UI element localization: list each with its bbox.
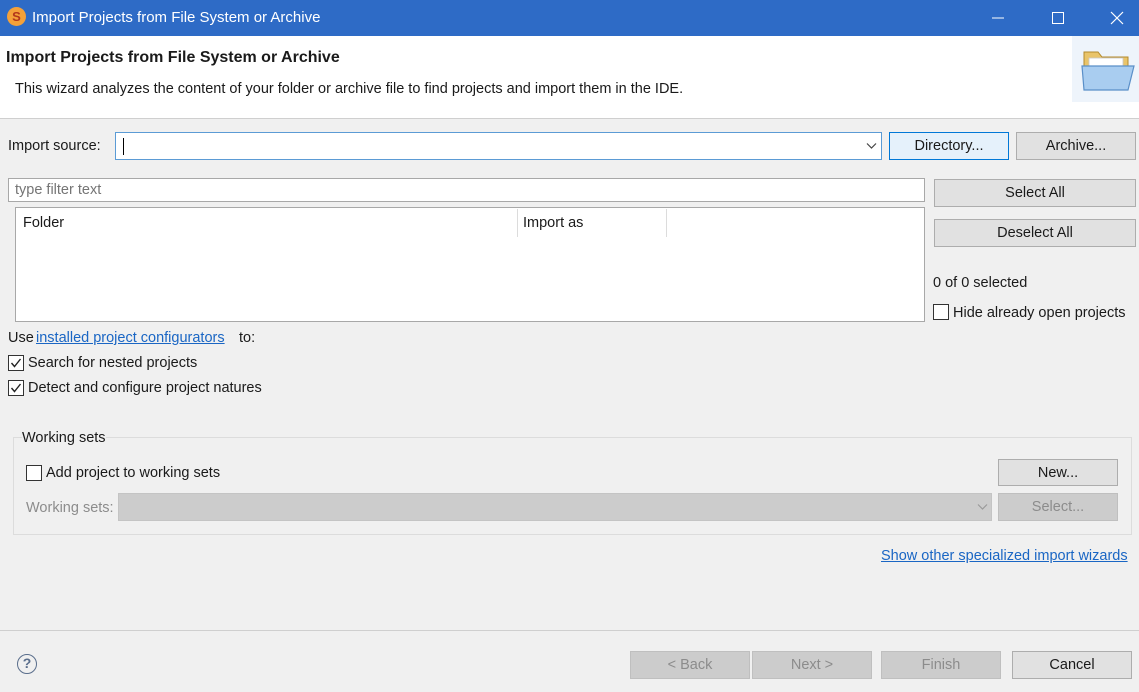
page-description: This wizard analyzes the content of your… xyxy=(15,81,684,97)
checkmark-icon xyxy=(10,358,22,368)
cancel-button[interactable]: Cancel xyxy=(1012,651,1132,679)
working-sets-combo[interactable] xyxy=(118,493,992,521)
column-divider[interactable] xyxy=(517,209,518,237)
finish-button[interactable]: Finish xyxy=(881,651,1001,679)
working-sets-title: Working sets xyxy=(22,430,106,446)
close-icon xyxy=(1110,11,1124,25)
detect-natures-label[interactable]: Detect and configure project natures xyxy=(28,380,262,396)
select-working-sets-button[interactable]: Select... xyxy=(998,493,1118,521)
title-bar[interactable]: S Import Projects from File System or Ar… xyxy=(0,0,1139,36)
directory-button[interactable]: Directory... xyxy=(889,132,1009,160)
close-button[interactable] xyxy=(1094,0,1139,36)
add-to-working-sets-checkbox[interactable] xyxy=(26,465,42,481)
configurators-suffix: to: xyxy=(239,330,256,346)
column-header-folder[interactable]: Folder xyxy=(23,215,64,231)
back-button[interactable]: < Back xyxy=(630,651,750,679)
project-table[interactable]: Folder Import as xyxy=(15,207,925,322)
chevron-down-icon[interactable] xyxy=(866,142,877,150)
footer-divider xyxy=(0,630,1139,631)
archive-button[interactable]: Archive... xyxy=(1016,132,1136,160)
help-icon[interactable]: ? xyxy=(17,654,37,674)
search-nested-checkbox[interactable] xyxy=(8,355,24,371)
import-source-combo[interactable] xyxy=(115,132,882,160)
detect-natures-checkbox[interactable] xyxy=(8,380,24,396)
column-header-import-as[interactable]: Import as xyxy=(523,215,583,231)
maximize-icon xyxy=(1052,12,1064,24)
deselect-all-button[interactable]: Deselect All xyxy=(934,219,1136,247)
maximize-button[interactable] xyxy=(1035,0,1081,36)
hide-open-projects-checkbox[interactable] xyxy=(933,304,949,320)
selected-count: 0 of 0 selected xyxy=(933,275,1028,291)
working-sets-label: Working sets: xyxy=(26,500,114,516)
minimize-button[interactable] xyxy=(975,0,1021,36)
new-working-set-button[interactable]: New... xyxy=(998,459,1118,486)
next-button[interactable]: Next > xyxy=(752,651,872,679)
minimize-icon xyxy=(992,17,1004,19)
wizard-header: Import Projects from File System or Arch… xyxy=(0,36,1139,119)
chevron-down-icon[interactable] xyxy=(977,503,988,511)
filter-input[interactable] xyxy=(8,178,925,202)
page-title: Import Projects from File System or Arch… xyxy=(6,49,340,66)
folder-open-icon xyxy=(1072,36,1139,102)
import-source-label: Import source: xyxy=(8,138,101,154)
window-title: Import Projects from File System or Arch… xyxy=(32,9,321,26)
add-to-working-sets-label[interactable]: Add project to working sets xyxy=(46,465,220,481)
text-caret xyxy=(123,138,124,155)
select-all-button[interactable]: Select All xyxy=(934,179,1136,207)
hide-open-projects-label[interactable]: Hide already open projects xyxy=(953,305,1126,321)
search-nested-label[interactable]: Search for nested projects xyxy=(28,355,197,371)
checkmark-icon xyxy=(10,383,22,393)
configurators-prefix: Use xyxy=(8,330,34,346)
column-divider[interactable] xyxy=(666,209,667,237)
installed-configurators-link[interactable]: installed project configurators xyxy=(36,330,225,346)
other-import-wizards-link[interactable]: Show other specialized import wizards xyxy=(881,548,1128,564)
app-logo-icon: S xyxy=(7,7,26,26)
